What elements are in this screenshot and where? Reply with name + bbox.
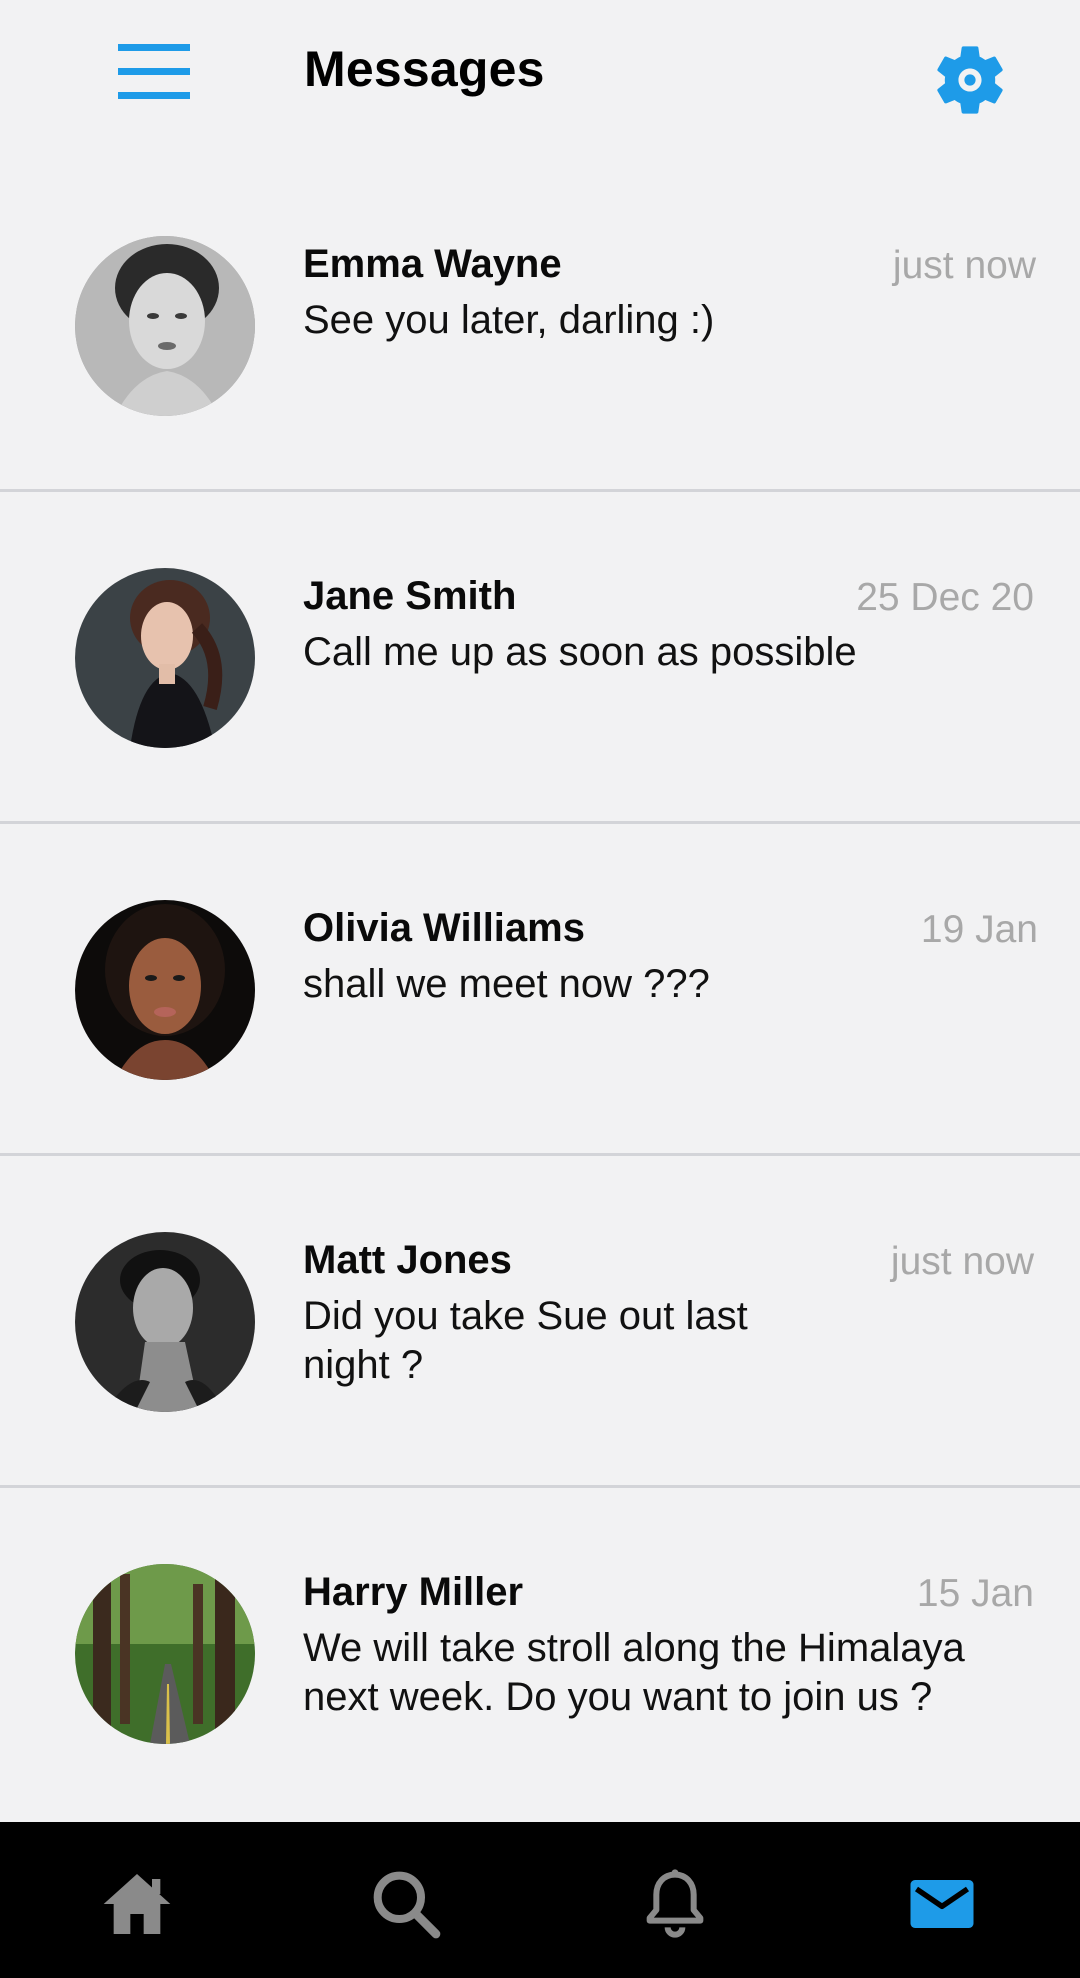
conversation-row[interactable]: Emma Wayne just now See you later, darli… (0, 160, 1080, 492)
message-preview: shall we meet now ??? (303, 962, 710, 1006)
bottom-navigation (0, 1822, 1080, 1978)
message-preview: We will take stroll along the Himalaya n… (303, 1626, 965, 1719)
avatar (75, 236, 255, 416)
message-timestamp: 15 Jan (916, 1572, 1034, 1615)
avatar (75, 568, 255, 748)
message-preview: See you later, darling :) (303, 298, 715, 342)
conversation-row[interactable]: Jane Smith 25 Dec 20 Call me up as soon … (0, 492, 1080, 824)
contact-name: Emma Wayne (303, 242, 562, 286)
page-title: Messages (304, 41, 545, 97)
search-icon[interactable] (366, 1864, 446, 1944)
app-header: Messages (0, 0, 1080, 160)
hamburger-menu-icon[interactable] (118, 44, 190, 100)
conversation-row[interactable]: Olivia Williams 19 Jan shall we meet now… (0, 824, 1080, 1156)
contact-name: Jane Smith (303, 574, 517, 618)
message-timestamp: 19 Jan (920, 908, 1038, 951)
message-timestamp: just now (892, 244, 1036, 287)
conversation-row[interactable]: Matt Jones just now Did you take Sue out… (0, 1156, 1080, 1488)
contact-name: Harry Miller (303, 1570, 524, 1614)
avatar (75, 1564, 255, 1744)
message-preview: Call me up as soon as possible (303, 630, 857, 674)
mail-icon[interactable] (906, 1864, 978, 1944)
conversation-list: Emma Wayne just now See you later, darli… (0, 160, 1080, 1820)
gear-icon[interactable] (928, 38, 1012, 122)
home-icon[interactable] (97, 1864, 177, 1944)
messages-screen: Messages Emma Wayne just now See you lat… (0, 0, 1080, 1978)
bell-icon[interactable] (635, 1864, 715, 1944)
message-timestamp: 25 Dec 20 (856, 576, 1034, 619)
contact-name: Matt Jones (303, 1238, 512, 1282)
avatar (75, 900, 255, 1080)
contact-name: Olivia Williams (303, 906, 585, 950)
message-preview: Did you take Sue out last night ? (303, 1294, 748, 1387)
avatar (75, 1232, 255, 1412)
message-timestamp: just now (890, 1240, 1034, 1283)
conversation-row[interactable]: Harry Miller 15 Jan We will take stroll … (0, 1488, 1080, 1820)
